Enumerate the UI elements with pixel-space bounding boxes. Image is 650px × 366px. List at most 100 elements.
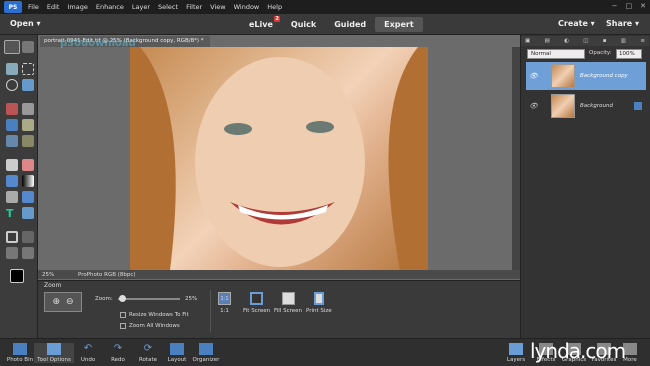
content-aware-move-icon[interactable] — [6, 247, 18, 259]
foreground-color-swatch[interactable] — [10, 269, 24, 283]
tab-elive[interactable]: eLive 2 — [240, 16, 282, 32]
print-size-icon — [313, 292, 324, 305]
menu-edit[interactable]: Edit — [47, 3, 60, 11]
eraser-tool-icon[interactable] — [22, 159, 34, 171]
red-eye-icon[interactable] — [6, 103, 18, 115]
undo-icon: ↶ — [83, 343, 93, 354]
crop-tool-icon[interactable] — [6, 231, 18, 243]
divider — [210, 290, 211, 332]
mask-icon[interactable]: ◫ — [583, 38, 588, 44]
zoom-tool-icon[interactable] — [4, 40, 20, 54]
more-icon — [623, 343, 637, 355]
marquee-tool-icon[interactable] — [22, 63, 34, 75]
type-tool-icon[interactable]: T — [6, 207, 18, 220]
opacity-label: Opacity: — [589, 50, 612, 56]
open-button[interactable]: Open ▾ — [10, 19, 40, 28]
gradient-tool-icon[interactable] — [22, 175, 34, 187]
layer-name[interactable]: Background — [580, 103, 613, 109]
brush-tool-icon[interactable] — [6, 159, 18, 171]
menu-bar: PS File Edit Image Enhance Layer Select … — [0, 0, 650, 14]
redo-icon: ↷ — [113, 343, 123, 354]
layout-icon — [170, 343, 184, 355]
panel-menu-icon[interactable]: ≡ — [640, 38, 645, 44]
tab-guided[interactable]: Guided — [325, 17, 375, 32]
layer-name[interactable]: Background copy — [580, 73, 628, 79]
status-profile: ProPhoto RGB (8bpc) — [78, 271, 136, 278]
resize-windows-checkbox[interactable]: Resize Windows To Fit — [120, 312, 189, 318]
fit-screen-button[interactable]: Fit Screen — [243, 292, 270, 314]
minimize-icon[interactable]: − — [612, 2, 618, 10]
organizer-icon — [199, 343, 213, 355]
pencil-tool-icon[interactable] — [22, 207, 34, 219]
menu-file[interactable]: File — [28, 3, 39, 11]
menu-filter[interactable]: Filter — [186, 3, 202, 11]
watermark-logo: p30download — [60, 38, 136, 49]
layer-lock-icon — [634, 102, 642, 110]
clone-stamp-icon[interactable] — [22, 119, 34, 131]
zoom-mode-group: ⊕ ⊖ — [44, 292, 82, 312]
adjustment-layer-icon[interactable]: ◐ — [564, 38, 569, 44]
zoom-label: Zoom: — [95, 296, 113, 302]
toolbox: T — [0, 35, 38, 338]
checkbox-icon — [120, 323, 126, 329]
menu-view[interactable]: View — [210, 3, 225, 11]
paint-bucket-icon[interactable] — [6, 175, 18, 187]
blur-tool-icon[interactable] — [6, 135, 18, 147]
layer-row-background-copy[interactable]: 👁 Background copy — [526, 62, 646, 90]
fill-screen-icon — [281, 292, 295, 305]
share-button[interactable]: Share ▾ — [606, 19, 639, 28]
blend-mode-select[interactable]: Normal — [527, 49, 585, 59]
layer-thumbnail — [551, 94, 575, 118]
eyedropper-icon[interactable] — [6, 191, 18, 203]
new-layer-icon[interactable]: ▣ — [525, 38, 530, 44]
fit-screen-icon — [250, 292, 264, 305]
menu-select[interactable]: Select — [158, 3, 178, 11]
layers-icon — [509, 343, 523, 355]
zoom-all-checkbox[interactable]: Zoom All Windows — [120, 323, 180, 329]
opacity-input[interactable]: 100% — [616, 49, 642, 59]
tab-expert[interactable]: Expert — [375, 17, 423, 32]
rotate-icon: ⟳ — [143, 343, 153, 354]
menu-image[interactable]: Image — [67, 3, 87, 11]
recompose-tool-icon[interactable] — [22, 231, 34, 243]
smart-brush-icon[interactable] — [6, 119, 18, 131]
window-controls: − □ ✕ — [612, 2, 646, 10]
zoom-in-icon[interactable]: ⊕ — [52, 297, 60, 307]
menu-layer[interactable]: Layer — [132, 3, 150, 11]
hand-tool-icon[interactable] — [22, 41, 34, 53]
organizer-button[interactable]: Organizer — [186, 343, 226, 363]
app-logo-icon: PS — [4, 1, 22, 13]
move-tool-icon[interactable] — [6, 63, 18, 75]
new-group-icon[interactable]: ▤ — [545, 38, 550, 44]
fill-screen-button[interactable]: Fill Screen — [274, 292, 302, 314]
zoom-slider-handle[interactable] — [119, 295, 126, 302]
visibility-icon[interactable]: 👁 — [529, 72, 538, 80]
visibility-icon[interactable]: 👁 — [529, 102, 538, 110]
sponge-tool-icon[interactable] — [22, 135, 34, 147]
menu-window[interactable]: Window — [234, 3, 260, 11]
layer-row-background[interactable]: 👁 Background — [526, 92, 646, 120]
status-bar: 25% ProPhoto RGB (8bpc) — [38, 270, 520, 279]
zoom-out-icon[interactable]: ⊖ — [66, 297, 74, 307]
photo-bin-icon — [13, 343, 27, 355]
lasso-tool-icon[interactable] — [6, 79, 18, 91]
canvas-image[interactable] — [130, 47, 428, 270]
custom-shape-icon[interactable] — [22, 191, 34, 203]
create-button[interactable]: Create ▾ — [558, 19, 595, 28]
straighten-tool-icon[interactable] — [22, 247, 34, 259]
quick-selection-icon[interactable] — [22, 79, 34, 91]
zoom-value: 25% — [185, 296, 198, 302]
close-icon[interactable]: ✕ — [640, 2, 646, 10]
spot-healing-icon[interactable] — [22, 103, 34, 115]
lynda-watermark: lynda.com — [530, 339, 626, 363]
vertical-scrollbar[interactable] — [512, 47, 520, 270]
trash-icon[interactable]: ▥ — [621, 38, 626, 44]
print-size-button[interactable]: Print Size — [306, 292, 332, 314]
lock-icon[interactable]: ▪ — [603, 38, 607, 44]
menu-enhance[interactable]: Enhance — [96, 3, 124, 11]
zoom-slider[interactable] — [118, 298, 180, 300]
tab-quick[interactable]: Quick — [282, 17, 325, 32]
one-to-one-button[interactable]: 1:1 1:1 — [218, 292, 231, 314]
menu-help[interactable]: Help — [267, 3, 282, 11]
maximize-icon[interactable]: □ — [626, 2, 633, 10]
